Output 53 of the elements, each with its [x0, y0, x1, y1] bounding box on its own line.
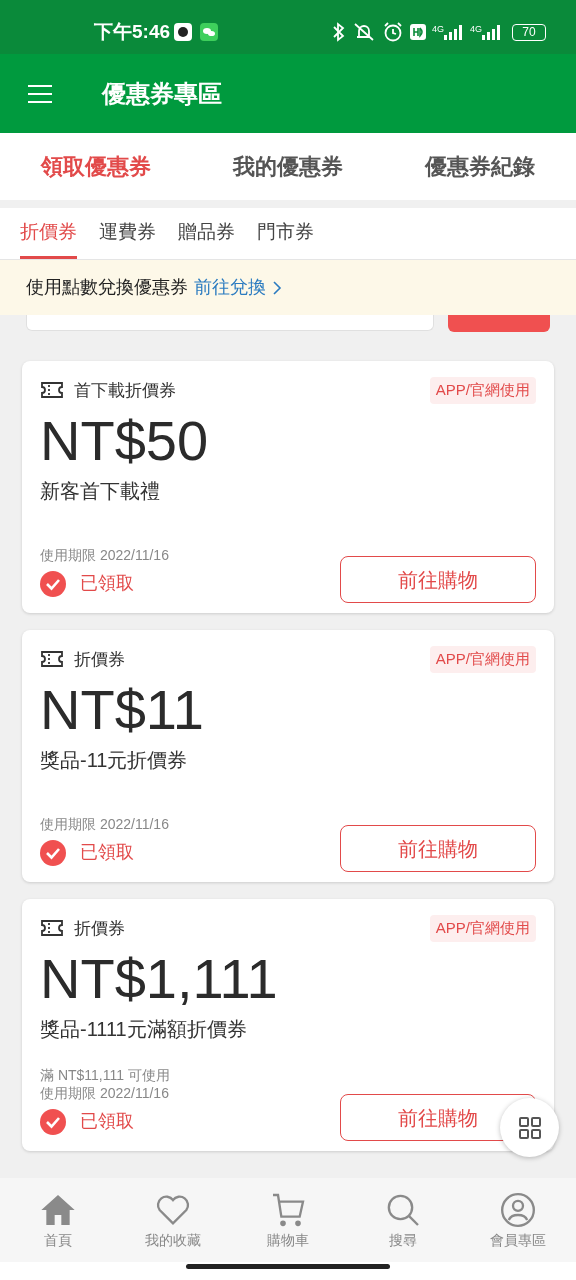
expiry-date: 使用期限 2022/11/16: [40, 1084, 170, 1102]
coupon-type: 折價券: [74, 917, 125, 940]
banner-text: 使用點數兌換優惠券: [26, 276, 188, 299]
grid-menu-button[interactable]: [500, 1098, 559, 1157]
claimed-status: 已領取: [80, 841, 134, 864]
expiry-date: 使用期限 2022/11/16: [40, 546, 170, 564]
grid-icon: [517, 1115, 542, 1140]
go-shopping-button[interactable]: 前往購物: [340, 825, 536, 872]
exchange-link[interactable]: 前往兌換: [194, 274, 282, 301]
nav-item[interactable]: 會員專區: [468, 1189, 569, 1251]
claimed-status: 已領取: [80, 572, 134, 595]
channel-tag: APP/官網使用: [429, 915, 536, 942]
coupon-tab[interactable]: 優惠券紀錄: [425, 150, 535, 183]
signal-icon: [444, 24, 464, 40]
usage-condition: 滿 NT$11,111 可使用: [40, 1066, 171, 1084]
coupon-name: 獎品-1111元滿額折價券: [40, 1016, 248, 1042]
hd-icon: [409, 24, 426, 40]
ticket-icon: [40, 381, 64, 400]
coupon-name: 新客首下載禮: [40, 478, 161, 504]
network-type: 4G: [431, 24, 444, 34]
go-shopping-button[interactable]: 前往購物: [340, 556, 536, 603]
code-input-field[interactable]: [26, 315, 434, 331]
channel-tag: APP/官網使用: [429, 377, 536, 404]
category-tab[interactable]: 運費券: [99, 208, 156, 259]
coupon-amount: NT$50: [40, 407, 210, 474]
page-title: 優惠券專區: [102, 78, 222, 109]
nav-item[interactable]: 首頁: [7, 1189, 108, 1251]
status-time: 下午5:46: [94, 19, 171, 44]
chevron-right-icon: [272, 279, 282, 296]
nav-item[interactable]: 我的收藏: [122, 1189, 223, 1251]
coupon-tab[interactable]: 領取優惠券: [41, 150, 151, 183]
coupon-amount: NT$11: [40, 676, 205, 743]
bluetooth-icon: [331, 22, 346, 42]
nav-item[interactable]: 搜尋: [353, 1189, 454, 1251]
coupon-tab[interactable]: 我的優惠券: [233, 150, 343, 183]
network-type: 4G: [470, 24, 482, 34]
coupon-type: 折價券: [74, 648, 125, 671]
coupon-amount: NT$1,111: [40, 945, 279, 1012]
claimed-status: 已領取: [80, 1110, 134, 1133]
ticket-icon: [40, 919, 64, 938]
category-tab[interactable]: 門市券: [257, 208, 314, 259]
menu-icon[interactable]: [28, 83, 52, 104]
battery-indicator: 70: [512, 23, 546, 41]
app-notification-icon: [174, 23, 193, 41]
coupon-type: 首下載折價券: [74, 379, 176, 402]
nav-item[interactable]: 購物車: [237, 1189, 338, 1251]
expiry-date: 使用期限 2022/11/16: [40, 815, 170, 833]
signal-icon: [482, 24, 502, 40]
channel-tag: APP/官網使用: [429, 646, 536, 673]
category-tab[interactable]: 贈品券: [178, 208, 235, 259]
chat-notification-icon: [200, 23, 219, 41]
coupon-name: 獎品-11元折價券: [40, 747, 189, 773]
ticket-icon: [40, 650, 64, 669]
